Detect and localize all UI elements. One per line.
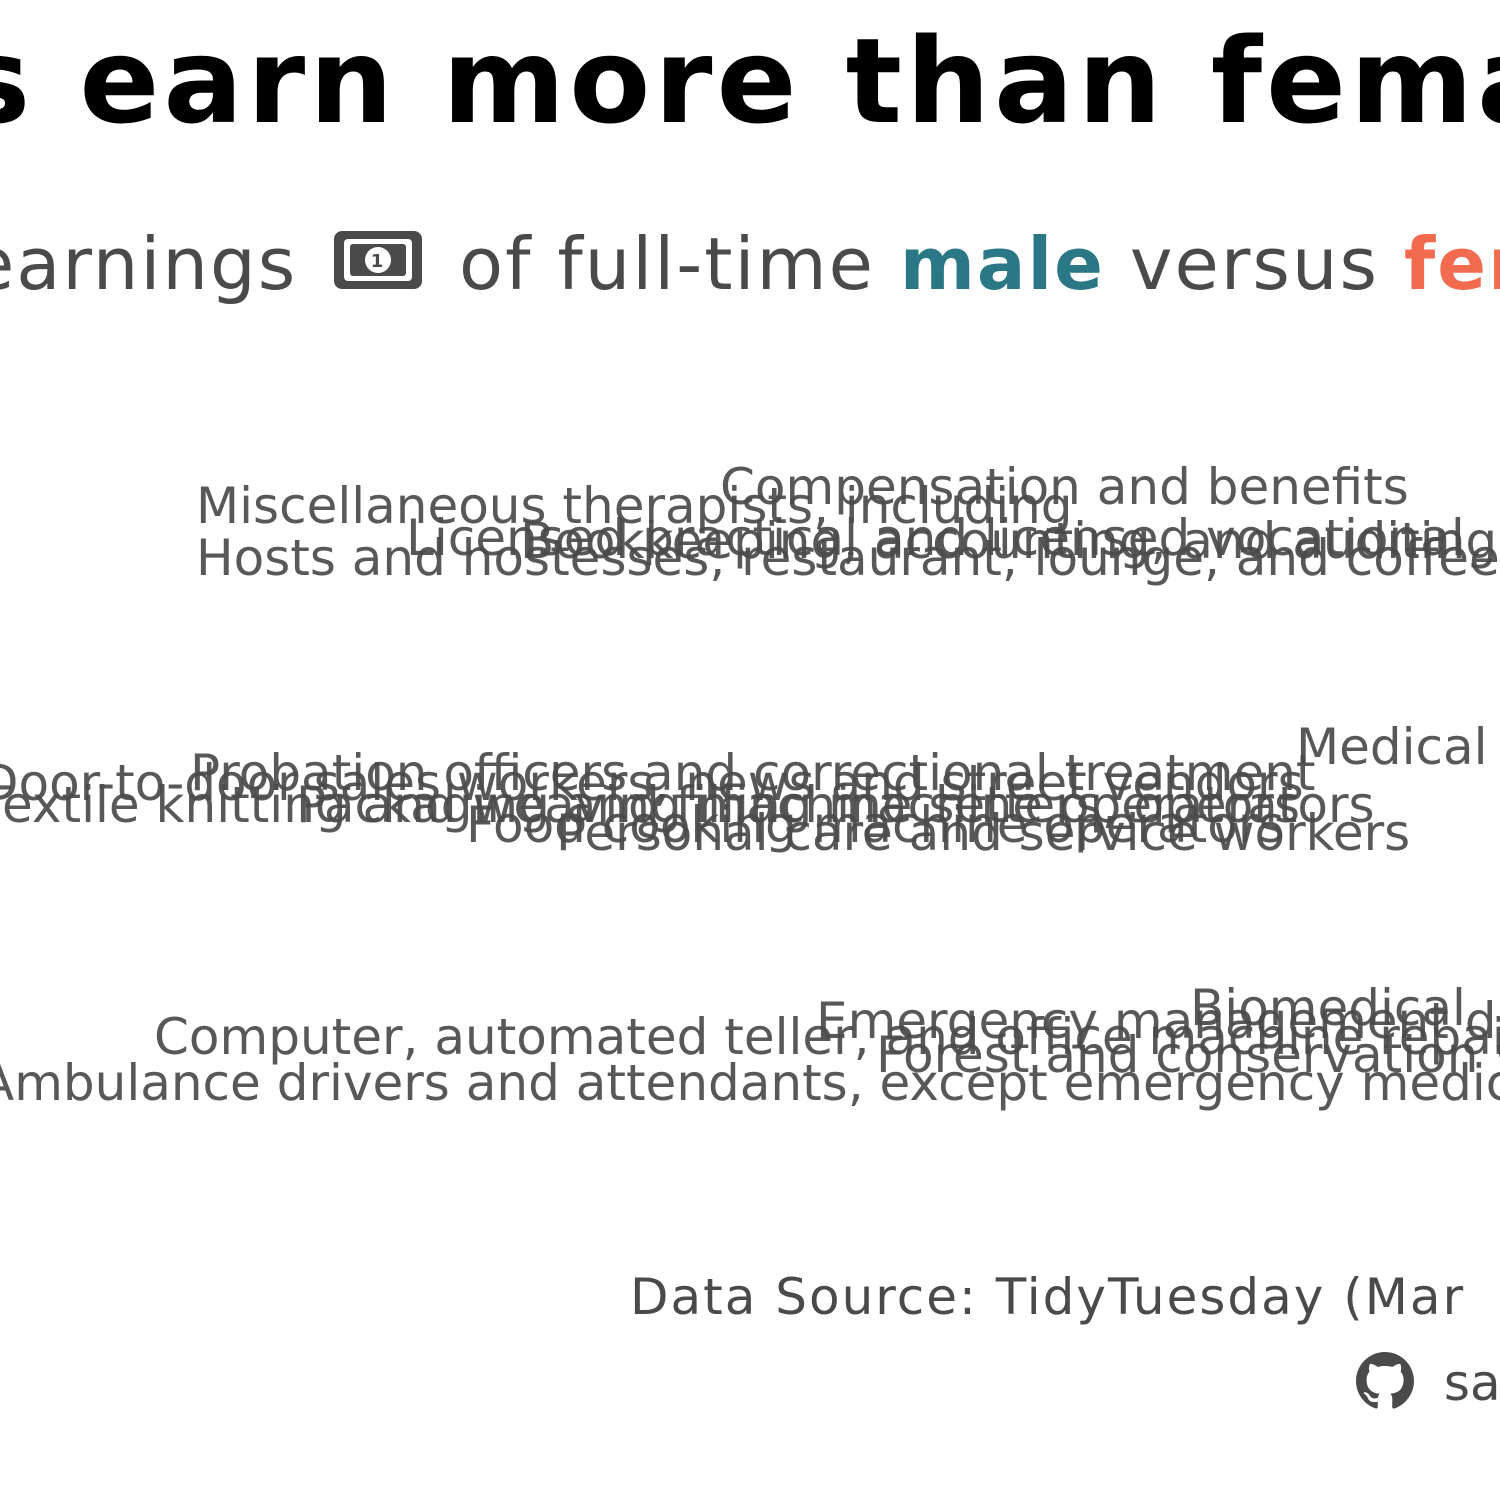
occupation-label: Hosts and hostesses, restaurant, lounge,… — [196, 529, 1500, 587]
occupation-label: Personal care and service workers — [556, 804, 1411, 862]
data-source-caption: Data Source: TidyTuesday (Mar — [630, 1268, 1466, 1326]
svg-text:1: 1 — [371, 251, 386, 272]
occupation-label: Medical — [1296, 718, 1488, 776]
chart-canvas: s earn more than female earnings 1 of fu… — [0, 0, 1500, 1500]
author-name: sar — [1443, 1354, 1500, 1412]
subtitle-part2: of full-time — [459, 222, 875, 306]
chart-subtitle: earnings 1 of full-time male versus fem — [0, 228, 1500, 304]
occupation-label: Ambulance drivers and attendants, except… — [0, 1054, 1500, 1112]
subtitle-part1: earnings — [0, 222, 298, 306]
money-bill-icon: 1 — [332, 229, 424, 304]
subtitle-part3: versus — [1129, 222, 1380, 306]
github-icon — [1356, 1352, 1414, 1409]
chart-title: s earn more than female — [0, 12, 1500, 150]
subtitle-female: fem — [1403, 222, 1500, 306]
subtitle-male: male — [899, 222, 1105, 306]
author-credit: sar — [1356, 1352, 1500, 1410]
